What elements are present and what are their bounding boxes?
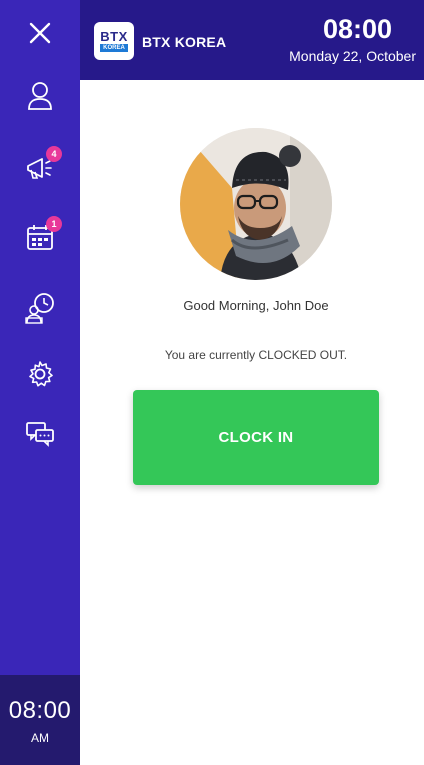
notification-badge: 4 bbox=[46, 146, 62, 162]
clock-in-button[interactable]: CLOCK IN bbox=[133, 390, 379, 485]
notification-badge: 1 bbox=[46, 216, 62, 232]
logo-subtext: KOREA bbox=[100, 44, 128, 52]
header-time: 08:00 bbox=[322, 14, 392, 44]
company-logo: BTX KOREA bbox=[94, 22, 134, 60]
header-date: Monday 22, October bbox=[289, 48, 416, 64]
main-content: Good Morning, John Doe You are currently… bbox=[80, 80, 424, 765]
sidebar-clock: 08:00 AM bbox=[0, 675, 80, 765]
sidebar-item-profile[interactable] bbox=[16, 78, 64, 118]
clock-status-text: You are currently CLOCKED OUT. bbox=[164, 348, 348, 362]
chat-icon bbox=[25, 420, 55, 453]
brand-name: BTX KOREA bbox=[142, 34, 227, 50]
user-icon bbox=[26, 81, 54, 116]
sidebar-item-timesheet[interactable] bbox=[16, 290, 64, 330]
gear-icon bbox=[26, 360, 54, 393]
sidebar-item-announcements[interactable]: 4 bbox=[16, 146, 64, 190]
greeting-text: Good Morning, John Doe bbox=[183, 298, 329, 313]
sidebar-item-calendar[interactable]: 1 bbox=[16, 216, 64, 260]
header: BTX KOREA BTX KOREA 08:00 Monday 22, Oct… bbox=[80, 0, 424, 80]
sidebar-clock-ampm: AM bbox=[31, 731, 49, 745]
logo-text: BTX bbox=[100, 29, 128, 44]
sidebar-clock-time: 08:00 bbox=[8, 697, 72, 724]
avatar bbox=[180, 128, 332, 280]
timesheet-icon bbox=[23, 292, 57, 329]
close-icon[interactable] bbox=[22, 18, 58, 48]
sidebar-item-settings[interactable] bbox=[16, 356, 64, 396]
sidebar-item-messages[interactable] bbox=[16, 416, 64, 456]
sidebar: 4 1 08:00 AM bbox=[0, 0, 80, 765]
